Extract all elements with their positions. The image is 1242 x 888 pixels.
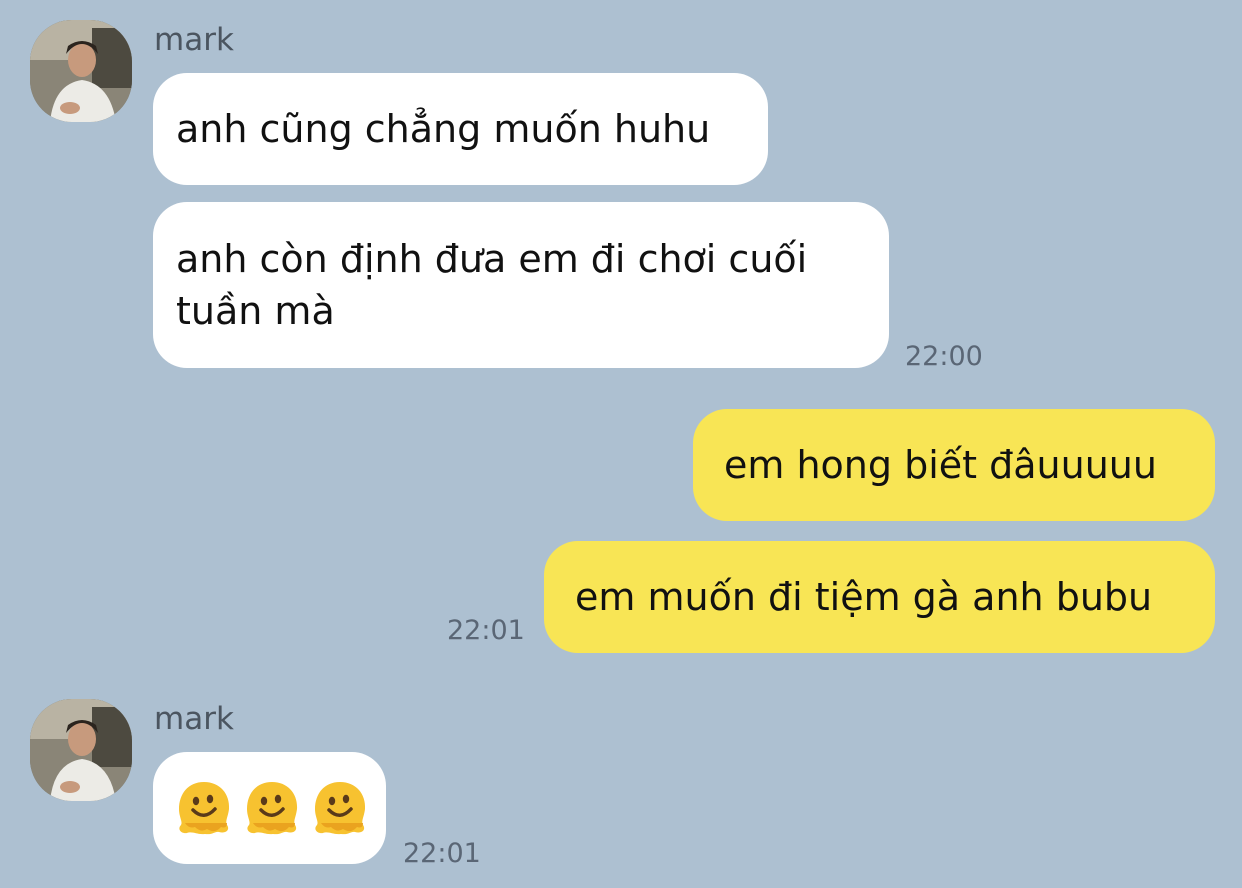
message-timestamp: 22:01 [447, 615, 525, 646]
message-timestamp: 22:00 [905, 341, 983, 372]
contact-avatar[interactable] [30, 20, 132, 122]
message-bubble-outgoing[interactable]: em hong biết đâuuuuu [693, 409, 1215, 521]
message-bubble-incoming[interactable]: anh còn định đưa em đi chơi cuối tuần mà [153, 202, 889, 368]
sender-name: mark [154, 22, 234, 58]
chat-view: mark anh cũng chẳng muốn huhu anh còn đị… [0, 0, 1242, 888]
message-bubble-incoming[interactable] [153, 752, 386, 864]
contact-avatar[interactable] [30, 699, 132, 801]
melting-face-icon [247, 782, 298, 835]
message-bubble-outgoing[interactable]: em muốn đi tiệm gà anh bubu [544, 541, 1215, 653]
melting-face-icon [179, 782, 230, 835]
emoji-row [175, 779, 369, 837]
sender-name: mark [154, 701, 234, 737]
melting-face-icon [315, 782, 366, 835]
message-bubble-incoming[interactable]: anh cũng chẳng muốn huhu [153, 73, 768, 185]
message-timestamp: 22:01 [403, 838, 481, 869]
